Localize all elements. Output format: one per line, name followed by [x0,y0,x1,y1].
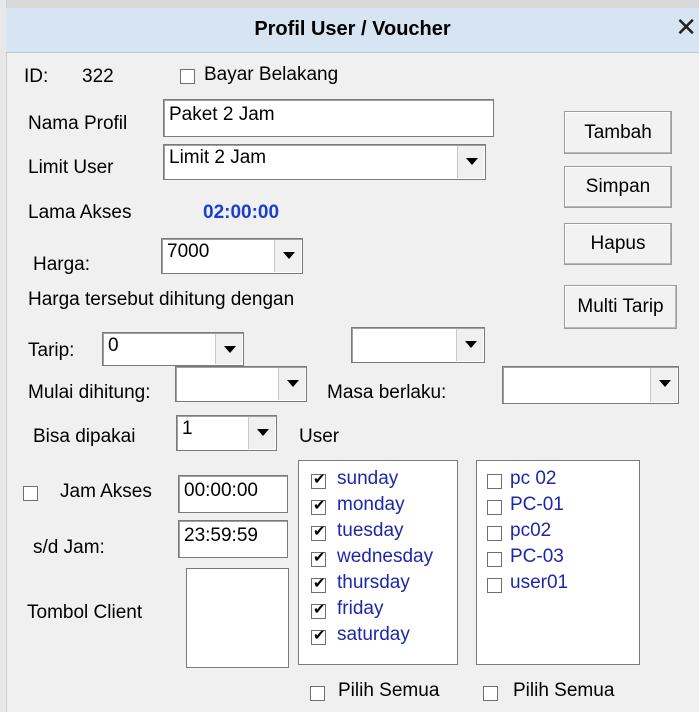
limit-user-select[interactable]: Limit 2 Jam [163,144,486,180]
user-checkbox[interactable] [487,552,502,567]
days-list[interactable]: sunday monday tuesday wednesday thursday… [298,460,458,665]
pilih-semua-users-label: Pilih Semua [513,680,615,701]
sd-jam-label: s/d Jam: [33,537,105,558]
bayar-belakang-label: Bayar Belakang [204,64,339,85]
mulai-dihitung-label: Mulai dihitung: [28,382,151,403]
close-icon[interactable]: ✕ [675,12,697,43]
pilih-semua-days-checkbox[interactable] [310,686,325,701]
tarip-label: Tarip: [28,340,75,361]
day-checkbox[interactable] [311,626,326,645]
id-value: 322 [82,66,114,87]
user-checkbox[interactable] [487,474,502,489]
mulai-dihitung-select[interactable] [175,366,307,402]
limit-user-value: Limit 2 Jam [169,147,267,168]
harga-label: Harga: [33,254,91,275]
bisa-dipakai-select[interactable]: 1 [176,415,277,451]
harga-value: 7000 [167,241,210,262]
tombol-client-label: Tombol Client [27,602,143,623]
day-label: wednesday [337,546,434,567]
masa-berlaku-select[interactable] [502,366,679,404]
day-checkbox[interactable] [311,522,326,541]
harga-dropdown-icon[interactable] [274,240,301,272]
pilih-semua-users-checkbox[interactable] [483,686,498,701]
pilih-semua-days-label: Pilih Semua [338,680,440,701]
masa-berlaku-label: Masa berlaku: [327,382,447,403]
jam-akses-label: Jam Akses [60,481,152,502]
tarip-dropdown-icon[interactable] [215,334,242,364]
hapus-button[interactable]: Hapus [564,223,672,265]
day-checkbox[interactable] [311,574,326,593]
bisa-dipakai-dropdown-icon[interactable] [248,417,275,449]
jam-akses-value: 00:00:00 [184,480,258,501]
tarip-second-select[interactable] [351,327,485,363]
day-checkbox[interactable] [311,548,326,567]
multi-tarip-button[interactable]: Multi Tarip [564,285,677,329]
tombol-client-box[interactable] [186,568,289,668]
day-label: tuesday [337,520,404,541]
parent-window-strip [0,0,699,8]
bisa-dipakai-label: Bisa dipakai [33,426,136,447]
window-left-border [0,0,7,712]
user-item-label: pc02 [510,520,552,541]
user-item-label: pc 02 [510,468,557,489]
simpan-button[interactable]: Simpan [564,166,672,208]
harga-select[interactable]: 7000 [161,238,303,274]
limit-user-dropdown-icon[interactable] [457,146,484,178]
masa-berlaku-dropdown-icon[interactable] [650,368,677,402]
jam-akses-input[interactable]: 00:00:00 [178,475,288,513]
day-checkbox[interactable] [311,470,326,489]
user-item-label: PC-01 [510,494,564,515]
bayar-belakang-checkbox[interactable] [180,69,195,84]
id-label: ID: [24,66,49,87]
lama-akses-label: Lama Akses [28,202,132,223]
nama-profil-label: Nama Profil [28,113,128,134]
day-checkbox[interactable] [311,600,326,619]
lama-akses-value: 02:00:00 [203,202,280,223]
tarip-second-dropdown-icon[interactable] [456,329,483,361]
day-label: sunday [337,468,399,489]
tambah-button[interactable]: Tambah [564,111,672,154]
window-title: Profil User / Voucher [254,18,451,40]
day-label: friday [337,598,384,619]
mulai-dihitung-dropdown-icon[interactable] [278,368,305,400]
user-item-label: PC-03 [510,546,564,567]
day-label: thursday [337,572,410,593]
jam-akses-checkbox[interactable] [23,486,38,501]
users-list[interactable]: pc 02 PC-01 pc02 PC-03 user01 [476,460,640,665]
user-checkbox[interactable] [487,526,502,541]
harga-note: Harga tersebut dihitung dengan [28,289,295,310]
day-label: monday [337,494,405,515]
user-item-label: user01 [510,572,569,593]
user-checkbox[interactable] [487,578,502,593]
user-label: User [299,426,340,447]
nama-profil-value: Paket 2 Jam [169,104,275,125]
tarip-value: 0 [108,335,119,356]
title-bar: Profil User / Voucher ✕ [6,8,699,53]
sd-jam-input[interactable]: 23:59:59 [178,520,288,558]
bisa-dipakai-value: 1 [182,418,193,439]
sd-jam-value: 23:59:59 [184,525,258,546]
day-label: saturday [337,624,410,645]
tarip-select[interactable]: 0 [102,332,244,366]
user-checkbox[interactable] [487,500,502,515]
limit-user-label: Limit User [28,157,114,178]
day-checkbox[interactable] [311,496,326,515]
nama-profil-input[interactable]: Paket 2 Jam [163,99,494,137]
